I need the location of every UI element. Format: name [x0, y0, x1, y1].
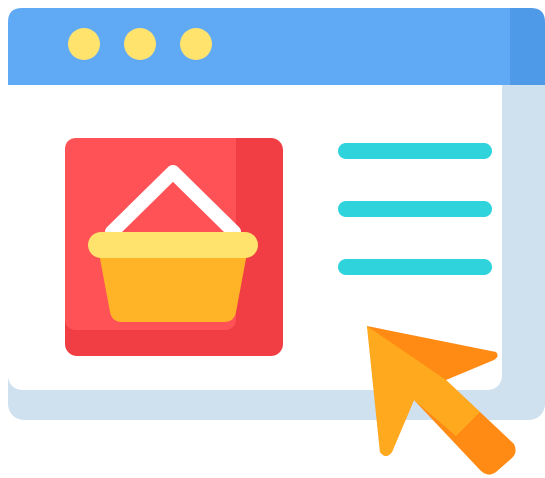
window-dot-icon [180, 28, 212, 60]
basket-body [98, 248, 248, 322]
online-shopping-browser-icon [8, 8, 545, 475]
product-card [65, 138, 283, 356]
window-dot-icon [124, 28, 156, 60]
illustration-stage [0, 0, 545, 478]
window-controls [68, 28, 212, 60]
basket-rim [88, 232, 258, 258]
text-line [338, 259, 492, 275]
text-line [338, 143, 492, 159]
text-line [338, 201, 492, 217]
window-dot-icon [68, 28, 100, 60]
